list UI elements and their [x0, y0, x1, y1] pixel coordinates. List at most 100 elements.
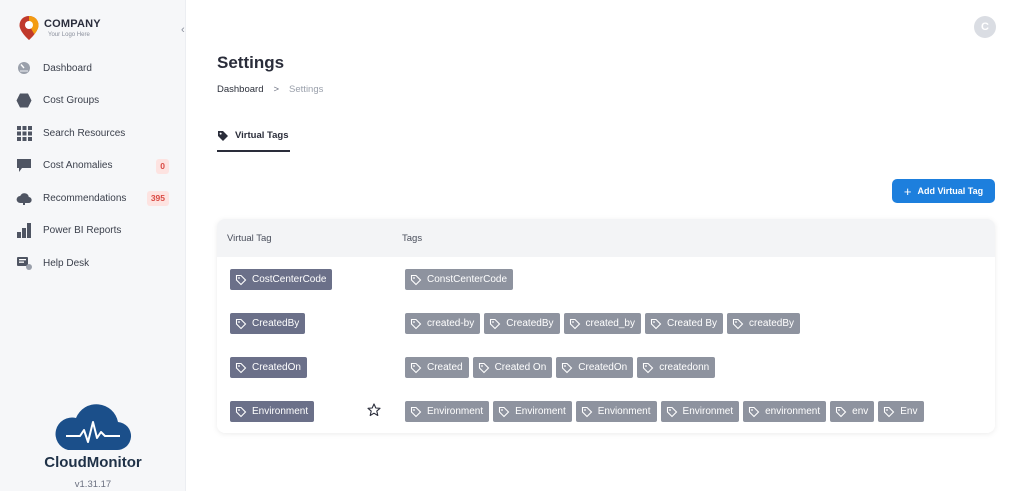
- cloud-icon: [16, 190, 32, 206]
- sidebar-item-search-resources[interactable]: Search Resources: [0, 117, 186, 150]
- grid-icon: [16, 125, 32, 141]
- sidebar-item-cost-groups[interactable]: Cost Groups: [0, 85, 186, 118]
- tag-label: createdonn: [659, 362, 710, 373]
- tag-outline-icon: [650, 318, 662, 329]
- tag-outline-icon: [490, 318, 501, 329]
- tag-chip[interactable]: env: [830, 401, 875, 422]
- virtual-tag-label: CreatedOn: [252, 362, 301, 373]
- tag-label: ConstCenterCode: [427, 274, 508, 285]
- tag-label: Enviroment: [515, 406, 566, 417]
- tag-outline-icon: [410, 318, 422, 329]
- breadcrumb: Dashboard > Settings: [217, 84, 323, 95]
- tag-outline-icon: [749, 406, 760, 417]
- hexagon-icon: [16, 93, 32, 109]
- breadcrumb-dashboard-link[interactable]: Dashboard: [217, 84, 263, 95]
- location-pin-icon: [19, 16, 39, 40]
- sidebar-item-label: Cost Groups: [43, 95, 100, 107]
- sidebar-item-power-bi-reports[interactable]: Power BI Reports: [0, 215, 186, 248]
- tag-chip[interactable]: Environment: [405, 401, 490, 422]
- tag-chip[interactable]: created_by: [563, 313, 641, 334]
- tag-outline-icon: [562, 362, 573, 373]
- tag-outline-icon: [235, 406, 247, 417]
- tag-outline-icon: [235, 362, 247, 373]
- tag-label: CreatedOn: [578, 362, 628, 373]
- sidebar-item-label: Power BI Reports: [43, 225, 122, 237]
- sidebar-item-label: Dashboard: [43, 62, 92, 74]
- company-logo[interactable]: COMPANY Your Logo Here: [18, 15, 101, 41]
- table-row[interactable]: CreatedOn Created Created On CreatedOn c…: [217, 345, 995, 389]
- virtual-tag-label: CreatedBy: [252, 318, 300, 329]
- virtual-tag-chip[interactable]: CostCenterCode: [230, 269, 333, 290]
- virtual-tag-chip[interactable]: CreatedBy: [230, 313, 306, 334]
- sidebar: COMPANY Your Logo Here ‹ Dashboard Cost …: [0, 0, 186, 491]
- sidebar-item-cost-anomalies[interactable]: Cost Anomalies 0: [0, 150, 186, 183]
- add-virtual-tag-button[interactable]: + Add Virtual Tag: [892, 179, 995, 203]
- sidebar-item-label: Search Resources: [43, 127, 126, 139]
- sidebar-item-help-desk[interactable]: Help Desk: [0, 247, 186, 280]
- tag-chip[interactable]: Env: [878, 401, 924, 422]
- tag-outline-icon: [499, 406, 510, 417]
- bar-chart-icon: [16, 223, 32, 239]
- tag-chip[interactable]: createdBy: [727, 313, 801, 334]
- tag-label: created_by: [585, 318, 635, 329]
- virtual-tags-table: Virtual Tag Tags CostCenterCode ConstCen…: [217, 219, 995, 433]
- anomalies-count-badge: 0: [156, 158, 169, 174]
- virtual-tag-chip[interactable]: CreatedOn: [230, 357, 307, 378]
- tag-chip[interactable]: Created On: [472, 357, 553, 378]
- cloud-monitor-logo-icon: [55, 404, 132, 451]
- tag-outline-icon: [569, 318, 580, 329]
- tag-icon: [218, 131, 228, 141]
- tag-label: Envionment: [597, 406, 651, 417]
- collapse-sidebar-icon[interactable]: ‹: [181, 24, 185, 36]
- tag-outline-icon: [643, 362, 654, 373]
- tag-chip[interactable]: Enviroment: [493, 401, 572, 422]
- table-row[interactable]: CreatedBy created-by CreatedBy created_b…: [217, 301, 995, 345]
- tag-chip[interactable]: createdonn: [637, 357, 716, 378]
- brand-name: CloudMonitor: [44, 454, 142, 471]
- tag-label: Env: [900, 406, 918, 417]
- tab-label: Virtual Tags: [235, 130, 289, 141]
- app-version: v1.31.17: [74, 479, 112, 490]
- plus-icon: +: [903, 183, 912, 199]
- star-icon[interactable]: [367, 403, 381, 417]
- sidebar-item-label: Help Desk: [43, 257, 90, 269]
- recommendations-count-badge: 395: [146, 191, 169, 206]
- tag-chip[interactable]: CreatedBy: [484, 313, 560, 334]
- tag-outline-icon: [666, 406, 677, 417]
- tag-chip[interactable]: created-by: [405, 313, 481, 334]
- tag-label: Created: [427, 362, 463, 373]
- breadcrumb-current: Settings: [289, 84, 324, 95]
- chat-icon: [16, 158, 32, 174]
- brand-block: CloudMonitor v1.31.17: [0, 404, 186, 490]
- tag-chip[interactable]: ConstCenterCode: [405, 269, 514, 290]
- tag-label: Environment: [427, 406, 484, 417]
- table-row[interactable]: CostCenterCode ConstCenterCode: [217, 257, 995, 301]
- sidebar-item-label: Cost Anomalies: [43, 160, 113, 172]
- tag-label: Created By: [666, 318, 718, 329]
- logo-title: COMPANY: [44, 17, 101, 30]
- sidebar-nav: Dashboard Cost Groups Search Resources C…: [0, 52, 186, 280]
- tag-label: Created On: [494, 362, 547, 373]
- table-row[interactable]: Environment Environment Enviroment Envio…: [217, 389, 995, 433]
- add-virtual-tag-label: Add Virtual Tag: [917, 186, 984, 196]
- user-avatar[interactable]: C: [974, 16, 996, 38]
- tag-outline-icon: [581, 406, 592, 417]
- sidebar-item-recommendations[interactable]: Recommendations 395: [0, 182, 186, 215]
- column-header-tags: Tags: [402, 233, 423, 244]
- tag-outline-icon: [884, 406, 895, 417]
- tag-outline-icon: [235, 318, 247, 329]
- virtual-tag-chip[interactable]: Environment: [230, 401, 315, 422]
- tab-virtual-tags[interactable]: Virtual Tags: [217, 128, 290, 152]
- sidebar-item-dashboard[interactable]: Dashboard: [0, 52, 186, 85]
- tag-outline-icon: [410, 274, 422, 285]
- tag-chip[interactable]: Created By: [644, 313, 724, 334]
- tag-chip[interactable]: Environmet: [660, 401, 740, 422]
- tag-chip[interactable]: environment: [743, 401, 827, 422]
- tag-outline-icon: [235, 274, 247, 285]
- tag-label: Environmet: [682, 406, 734, 417]
- tag-chip[interactable]: Created: [405, 357, 469, 378]
- tag-chip[interactable]: Envionment: [575, 401, 657, 422]
- tag-label: createdBy: [749, 318, 795, 329]
- tag-chip[interactable]: CreatedOn: [556, 357, 634, 378]
- sidebar-item-label: Recommendations: [43, 192, 127, 204]
